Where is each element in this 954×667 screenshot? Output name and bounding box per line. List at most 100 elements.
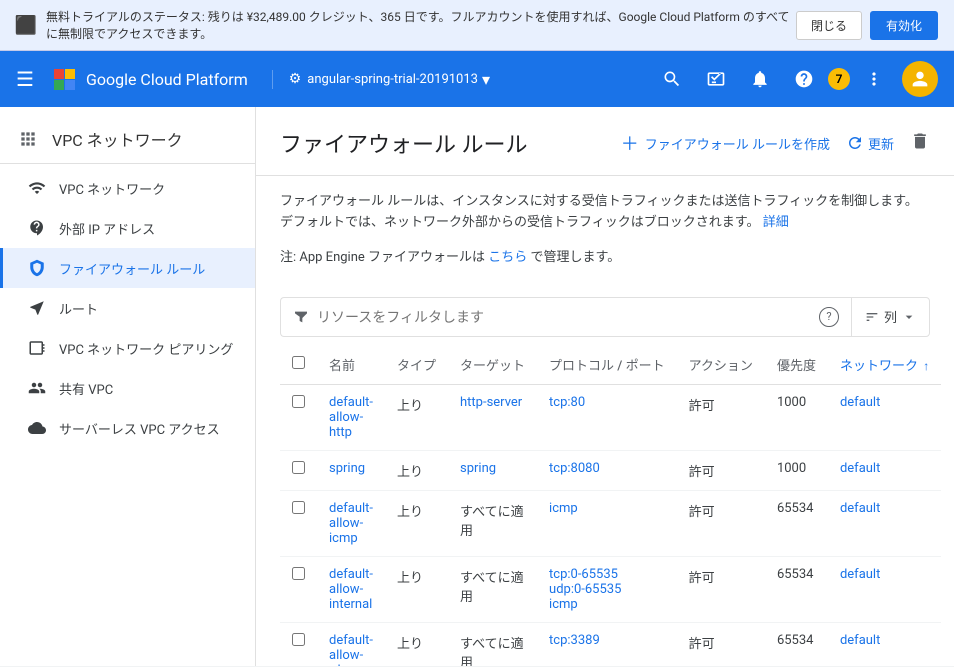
- project-icon: ⚙: [289, 71, 302, 87]
- firewall-rules-icon: [27, 258, 47, 278]
- protocol-link-0[interactable]: tcp:80: [549, 395, 585, 410]
- create-firewall-rule-button[interactable]: ＋ ファイアウォール ルールを作成: [621, 130, 830, 156]
- sidebar-item-routes-label: ルート: [59, 299, 98, 318]
- rule-type-2: 上り: [385, 490, 448, 556]
- protocol-link-3-0[interactable]: tcp:0-65535: [549, 567, 618, 582]
- app-body: VPC ネットワーク VPC ネットワーク 外部 IP アドレス ファイアウォー…: [0, 107, 954, 666]
- protocol-link-3-1[interactable]: udp:0-65535: [549, 582, 621, 597]
- rule-name-link-2[interactable]: default-allow-icmp: [329, 501, 373, 546]
- table-header-row: 名前 タイプ ターゲット プロトコル / ポート アクション 優先度 ネットワー…: [280, 345, 941, 385]
- sort-arrow-icon: ↑: [923, 359, 929, 373]
- banner-icon: ⬛: [16, 15, 36, 35]
- rule-network-link-1[interactable]: default: [840, 461, 880, 476]
- rule-name-link-0[interactable]: default-allow-http: [329, 395, 373, 440]
- close-banner-button[interactable]: 閉じる: [796, 11, 862, 40]
- sidebar-item-vpc-network[interactable]: VPC ネットワーク: [0, 168, 255, 208]
- sidebar-header-label: VPC ネットワーク: [52, 127, 183, 151]
- protocol-link-1[interactable]: tcp:8080: [549, 461, 600, 476]
- table-row: default-allow-rdp上りすべてに適用tcp:3389許可65534…: [280, 622, 941, 666]
- rule-name-link-4[interactable]: default-allow-rdp: [329, 633, 373, 666]
- col-protocol: プロトコル / ポート: [537, 345, 677, 385]
- rule-type-3: 上り: [385, 556, 448, 622]
- page-title: ファイアウォール ルール: [280, 127, 621, 159]
- protocol-link-4[interactable]: tcp:3389: [549, 633, 600, 648]
- app-engine-link[interactable]: こちら: [488, 250, 527, 265]
- row-checkbox-1[interactable]: [292, 461, 305, 474]
- project-dropdown-icon: ▾: [482, 70, 490, 89]
- rule-priority-3: 65534: [765, 556, 828, 622]
- row-checkbox-0[interactable]: [292, 395, 305, 408]
- select-all-checkbox[interactable]: [292, 356, 305, 369]
- filter-help-button[interactable]: ?: [819, 307, 839, 327]
- filter-icon: [293, 309, 309, 325]
- main-content: ファイアウォール ルール ＋ ファイアウォール ルールを作成 更新 ファイアウォ…: [256, 107, 954, 666]
- sidebar-item-serverless-vpc-label: サーバーレス VPC アクセス: [59, 419, 220, 438]
- rule-network-link-4[interactable]: default: [840, 633, 880, 648]
- header-actions: ＋ ファイアウォール ルールを作成 更新: [621, 130, 930, 156]
- app-engine-note: 注: App Engine ファイアウォールは こちら で管理します。: [256, 242, 954, 281]
- row-checkbox-4[interactable]: [292, 633, 305, 646]
- sidebar-item-routes[interactable]: ルート: [0, 288, 255, 328]
- app-logo: Google Cloud Platform: [50, 65, 248, 93]
- rule-name-link-3[interactable]: default-allow-internal: [329, 567, 373, 612]
- project-selector[interactable]: ⚙ angular-spring-trial-20191013 ▾: [272, 70, 490, 89]
- top-navigation: ☰ Google Cloud Platform ⚙ angular-spring…: [0, 51, 954, 107]
- search-button[interactable]: [652, 59, 692, 99]
- activate-button[interactable]: 有効化: [870, 11, 938, 40]
- sidebar-item-firewall-rules[interactable]: ファイアウォール ルール: [0, 248, 255, 288]
- rule-name-link-1[interactable]: spring: [329, 461, 365, 476]
- col-target: ターゲット: [448, 345, 537, 385]
- columns-icon: [864, 309, 880, 325]
- refresh-button[interactable]: 更新: [846, 134, 894, 153]
- hamburger-menu-button[interactable]: ☰: [16, 67, 34, 91]
- rule-target-link-0[interactable]: http-server: [460, 395, 522, 410]
- rule-target-link-1[interactable]: spring: [460, 461, 496, 476]
- sidebar-item-serverless-vpc[interactable]: サーバーレス VPC アクセス: [0, 408, 255, 448]
- col-action: アクション: [677, 345, 765, 385]
- banner-text: 無料トライアルのステータス: 残りは ¥32,489.00 クレジット、365 …: [46, 8, 796, 42]
- help-button[interactable]: [784, 59, 824, 99]
- rule-type-4: 上り: [385, 622, 448, 666]
- sidebar-item-firewall-rules-label: ファイアウォール ルール: [59, 259, 205, 278]
- filter-input[interactable]: [317, 309, 811, 325]
- columns-button[interactable]: 列: [851, 297, 930, 337]
- details-link[interactable]: 詳細: [763, 215, 789, 230]
- app-title: Google Cloud Platform: [86, 70, 248, 89]
- rule-action-2: 許可: [677, 490, 765, 556]
- row-checkbox-2[interactable]: [292, 501, 305, 514]
- protocol-link-2[interactable]: icmp: [549, 501, 578, 516]
- protocol-link-3-2[interactable]: icmp: [549, 597, 578, 612]
- col-network[interactable]: ネットワーク ↑: [828, 345, 941, 385]
- user-avatar[interactable]: [902, 61, 938, 97]
- rule-network-link-2[interactable]: default: [840, 501, 880, 516]
- rule-type-0: 上り: [385, 384, 448, 450]
- create-icon: ＋: [621, 130, 639, 156]
- notification-count-badge[interactable]: 7: [828, 68, 850, 90]
- vpc-network-icon: [27, 178, 47, 198]
- rule-action-3: 許可: [677, 556, 765, 622]
- sidebar-item-shared-vpc[interactable]: 共有 VPC: [0, 368, 255, 408]
- notifications-button[interactable]: [740, 59, 780, 99]
- sidebar-item-external-ip[interactable]: 外部 IP アドレス: [0, 208, 255, 248]
- columns-label: 列: [884, 307, 897, 326]
- project-name: angular-spring-trial-20191013: [307, 72, 478, 87]
- sidebar-item-shared-vpc-label: 共有 VPC: [59, 379, 113, 398]
- routes-icon: [27, 298, 47, 318]
- rule-action-4: 許可: [677, 622, 765, 666]
- filter-bar-row: ? 列: [280, 297, 930, 337]
- firewall-rules-table: 名前 タイプ ターゲット プロトコル / ポート アクション 優先度 ネットワー…: [280, 345, 930, 666]
- rule-network-link-0[interactable]: default: [840, 395, 880, 410]
- select-all-header[interactable]: [280, 345, 317, 385]
- table-row: spring上りspringtcp:8080許可1000default: [280, 450, 941, 490]
- delete-button[interactable]: [910, 131, 930, 156]
- rule-network-link-3[interactable]: default: [840, 567, 880, 582]
- cloud-shell-button[interactable]: [696, 59, 736, 99]
- row-checkbox-3[interactable]: [292, 567, 305, 580]
- nav-actions: 7: [652, 59, 938, 99]
- sidebar-item-vpc-peering[interactable]: VPC ネットワーク ピアリング: [0, 328, 255, 368]
- more-options-button[interactable]: [854, 59, 894, 99]
- columns-dropdown-icon: [901, 309, 917, 325]
- rule-priority-1: 1000: [765, 450, 828, 490]
- vpc-network-header-icon: [16, 127, 40, 151]
- table-row: default-allow-http上りhttp-servertcp:80許可1…: [280, 384, 941, 450]
